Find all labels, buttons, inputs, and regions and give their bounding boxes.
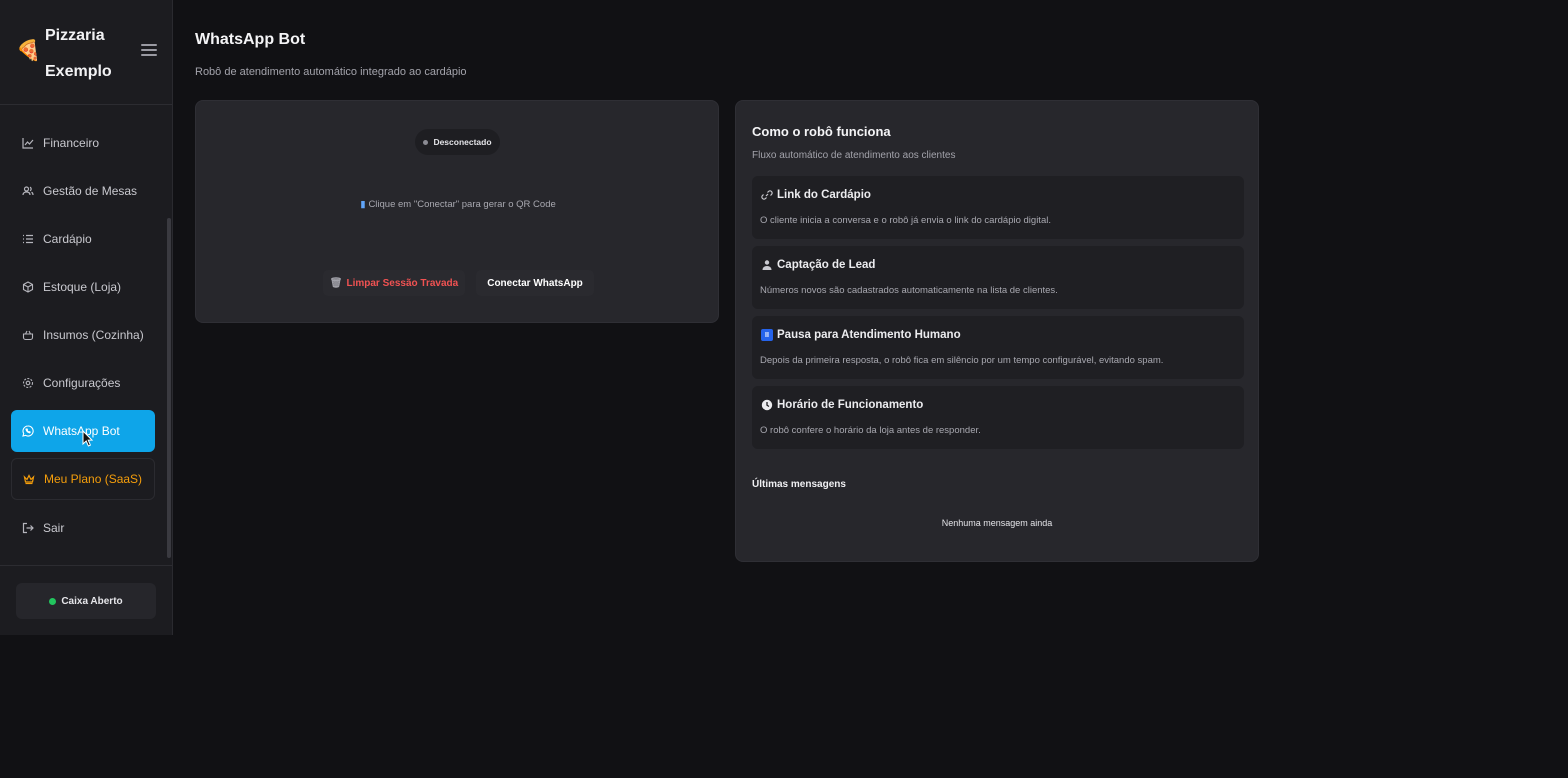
sidebar-scrollbar-thumb[interactable] xyxy=(167,218,171,558)
cash-status-label: Caixa Aberto xyxy=(61,595,123,607)
connection-card: Desconectado ▮ Clique em "Conectar" para … xyxy=(195,100,719,323)
page-title: WhatsApp Bot xyxy=(195,31,306,48)
crown-icon xyxy=(23,474,35,485)
sidebar-item-configuracoes[interactable]: Configurações xyxy=(11,362,155,404)
qr-hint-text: Clique em "Conectar" para gerar o QR Cod… xyxy=(368,199,556,210)
brand-line-2: Exemplo xyxy=(45,63,112,80)
sidebar-item-label: Insumos (Cozinha) xyxy=(43,328,144,342)
feature-title: Horário de Funcionamento xyxy=(777,399,924,411)
connection-status-label: Desconectado xyxy=(433,137,492,147)
chart-line-icon xyxy=(22,138,34,149)
qr-hint: ▮ Clique em "Conectar" para gerar o QR Co… xyxy=(196,199,720,210)
connect-whatsapp-button[interactable]: Conectar WhatsApp xyxy=(476,270,594,296)
mouse-cursor-icon xyxy=(82,430,94,447)
pizza-logo-icon: 🍕 xyxy=(16,40,41,62)
brand-header: 🍕 Pizzaria Exemplo xyxy=(0,0,172,105)
sidebar-item-label: Meu Plano (SaaS) xyxy=(44,472,143,486)
cash-status-button[interactable]: Caixa Aberto xyxy=(16,583,156,619)
feature-card-hours: Horário de Funcionamento O robô confere … xyxy=(752,386,1244,449)
pot-icon xyxy=(22,330,34,341)
sidebar-item-gestao-mesas[interactable]: Gestão de Mesas xyxy=(11,170,155,212)
feature-title: Pausa para Atendimento Humano xyxy=(777,329,961,341)
feature-desc: Depois da primeira resposta, o robô fica… xyxy=(760,355,1164,366)
brand-line-1: Pizzaria xyxy=(45,27,105,44)
sidebar-item-cardapio[interactable]: Cardápio xyxy=(11,218,155,260)
empty-messages: Nenhuma mensagem ainda xyxy=(941,518,1053,528)
how-it-works-title: Como o robô funciona xyxy=(752,124,891,139)
sidebar-divider xyxy=(0,565,172,566)
feature-title: Captação de Lead xyxy=(777,259,876,271)
trash-icon: 🗑 xyxy=(329,277,343,289)
sidebar-item-meu-plano[interactable]: Meu Plano (SaaS) xyxy=(11,458,155,500)
sidebar-item-label: Sair xyxy=(43,521,65,535)
sidebar-item-estoque[interactable]: Estoque (Loja) xyxy=(11,266,155,308)
feature-card-lead: Captação de Lead Números novos são cadas… xyxy=(752,246,1244,309)
brand-name: Pizzaria Exemplo xyxy=(45,18,155,90)
clear-session-button[interactable]: 🗑 Limpar Sessão Travada xyxy=(323,270,465,296)
feature-card-link: Link do Cardápio O cliente inicia a conv… xyxy=(752,176,1244,239)
feature-title: Link do Cardápio xyxy=(777,189,871,201)
online-status-dot xyxy=(49,597,57,605)
feature-desc: Números novos são cadastrados automatica… xyxy=(760,285,1058,296)
hamburger-menu-icon[interactable] xyxy=(141,44,157,58)
sidebar: 🍕 Pizzaria Exemplo Financeiro Gestão de … xyxy=(0,0,173,635)
feature-desc: O cliente inicia a conversa e o robô já … xyxy=(760,215,1051,226)
sidebar-item-sair[interactable]: Sair xyxy=(11,507,155,549)
sidebar-item-insumos[interactable]: Insumos (Cozinha) xyxy=(11,314,155,356)
sidebar-item-label: Cardápio xyxy=(43,232,92,246)
last-messages-title: Últimas mensagens xyxy=(752,479,846,490)
pause-icon: II xyxy=(761,329,773,341)
clear-session-label: Limpar Sessão Travada xyxy=(346,277,459,289)
box-icon xyxy=(22,281,34,293)
gear-icon xyxy=(22,377,34,389)
link-icon xyxy=(761,190,773,200)
page-subtitle: Robô de atendimento automático integrado… xyxy=(195,66,467,78)
how-it-works-subtitle: Fluxo automático de atendimento aos clie… xyxy=(752,150,956,161)
connect-whatsapp-label: Conectar WhatsApp xyxy=(487,277,583,289)
sidebar-item-label: Financeiro xyxy=(43,136,100,150)
phone-icon: ▮ xyxy=(360,199,366,210)
users-icon xyxy=(22,186,34,196)
sidebar-item-label: Gestão de Mesas xyxy=(43,184,138,198)
clock-icon xyxy=(761,399,773,411)
status-dot xyxy=(423,139,429,145)
feature-desc: O robô confere o horário da loja antes d… xyxy=(760,425,981,436)
list-icon xyxy=(23,234,33,244)
how-it-works-card: Como o robô funciona Fluxo automático de… xyxy=(735,100,1259,562)
whatsapp-icon xyxy=(22,425,34,437)
sidebar-item-label: Configurações xyxy=(43,376,121,390)
connection-status-badge: Desconectado xyxy=(415,129,500,155)
sidebar-item-label: Estoque (Loja) xyxy=(43,280,122,294)
feature-card-pause: II Pausa para Atendimento Humano Depois … xyxy=(752,316,1244,379)
logout-icon xyxy=(22,522,34,534)
user-icon xyxy=(762,260,772,270)
sidebar-item-financeiro[interactable]: Financeiro xyxy=(11,122,155,164)
